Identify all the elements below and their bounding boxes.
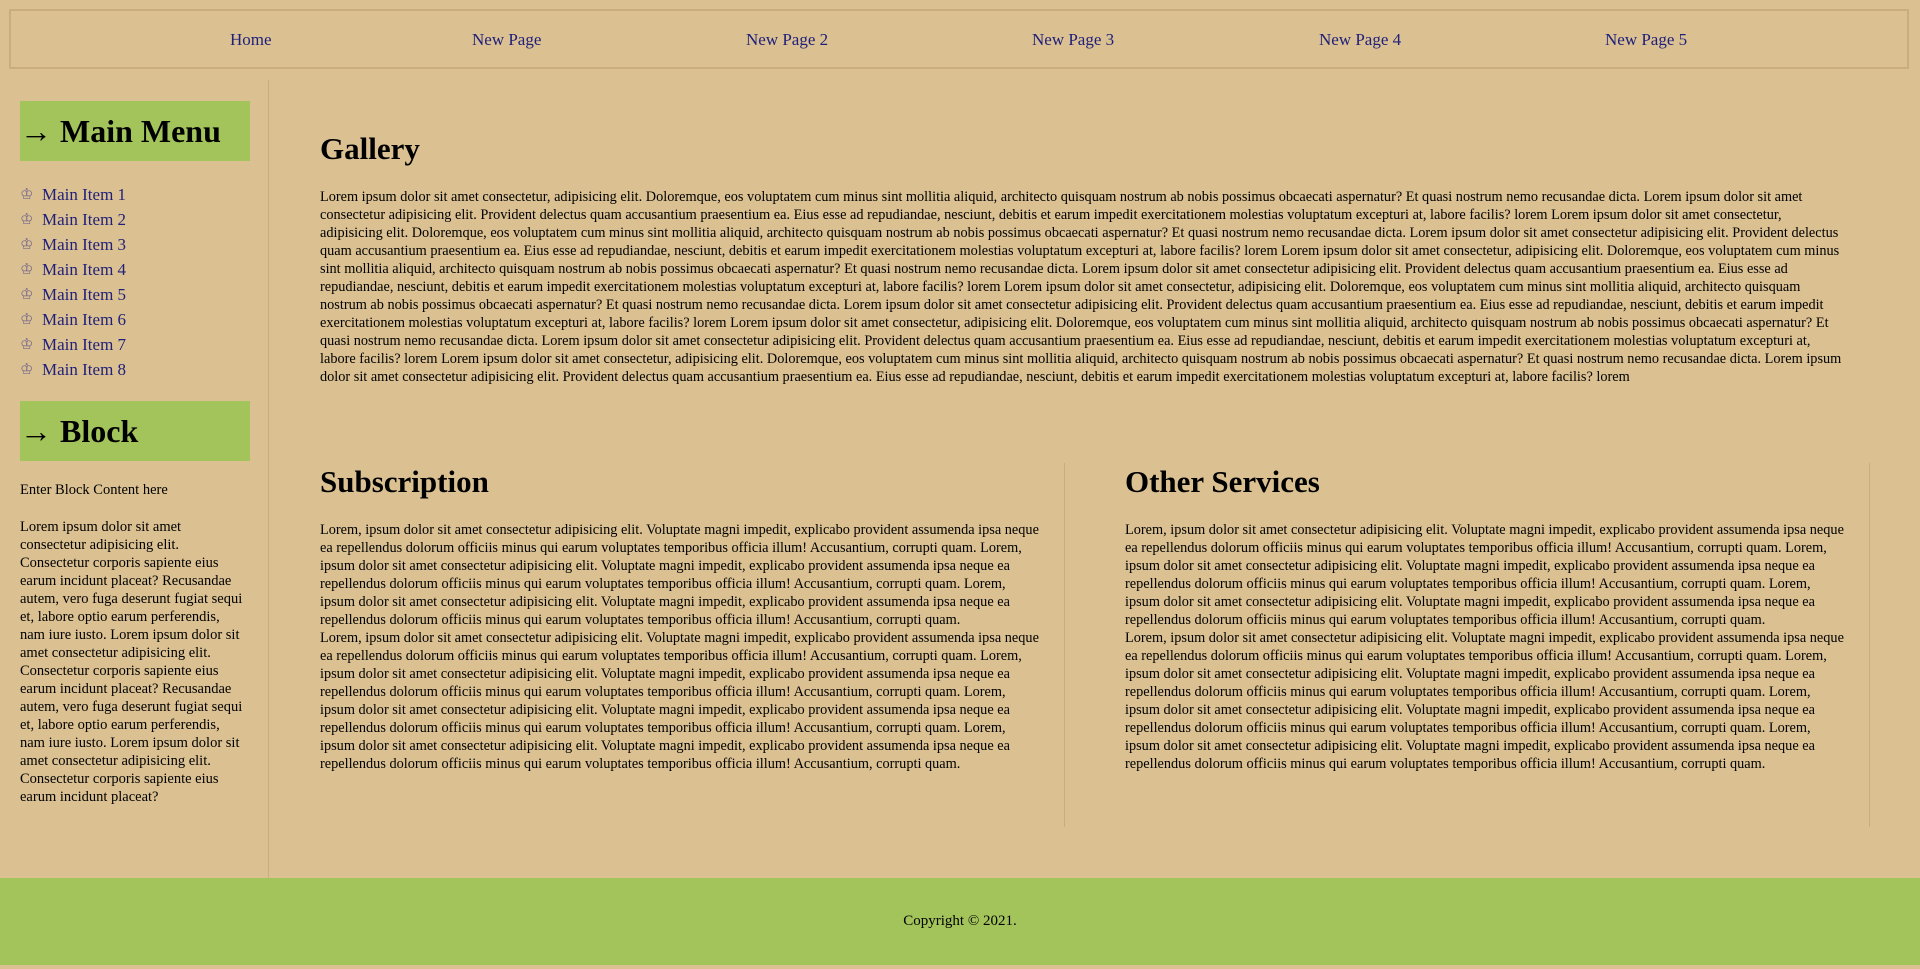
sidebar-item-label: Main Item 5 <box>42 284 127 304</box>
crown-icon: ♔ <box>20 287 34 303</box>
sidebar-item-label: Main Item 3 <box>42 234 127 254</box>
sidebar-item-6[interactable]: ♔ Main Item 6 <box>20 307 126 332</box>
column-divider <box>1064 463 1065 827</box>
sidebar-item-1[interactable]: ♔ Main Item 1 <box>20 182 126 207</box>
crown-icon: ♔ <box>20 262 34 278</box>
other-services-title: Other Services <box>1125 464 1320 499</box>
other-services-text: Lorem, ipsum dolor sit amet consectetur … <box>1125 521 1845 773</box>
sidebar-item-label: Main Item 1 <box>42 184 127 204</box>
nav-new-page-5-link[interactable]: New Page 5 <box>1605 30 1687 50</box>
nav-new-page-3-link[interactable]: New Page 3 <box>1032 30 1114 50</box>
nav-home-link[interactable]: Home <box>230 30 272 50</box>
sidebar-item-7[interactable]: ♔ Main Item 7 <box>20 332 126 357</box>
top-navigation: Home New Page New Page 2 New Page 3 New … <box>9 9 1909 69</box>
sidebar-item-4[interactable]: ♔ Main Item 4 <box>20 257 126 282</box>
gallery-text: Lorem ipsum dolor sit amet consectetur, … <box>320 189 1842 385</box>
sidebar-item-label: Main Item 2 <box>42 209 127 229</box>
sidebar-item-label: Main Item 8 <box>42 359 127 379</box>
block-heading: → Block <box>20 401 250 461</box>
sidebar-item-label: Main Item 7 <box>42 334 127 354</box>
nav-new-page-2-link[interactable]: New Page 2 <box>746 30 828 50</box>
crown-icon: ♔ <box>20 212 34 228</box>
sidebar: → Main Menu ♔ Main Item 1 ♔ Main Item 2 ♔ M… <box>0 80 269 878</box>
sidebar-item-5[interactable]: ♔ Main Item 5 <box>20 282 126 307</box>
block-body: Lorem ipsum dolor sit amet consectetur a… <box>20 519 243 805</box>
sidebar-item-label: Main Item 4 <box>42 259 127 279</box>
nav-new-page-4-link[interactable]: New Page 4 <box>1319 30 1401 50</box>
block-intro: Enter Block Content here <box>20 482 168 498</box>
subscription-paragraph-2: Lorem, ipsum dolor sit amet consectetur … <box>320 630 1039 772</box>
sidebar-item-label: Main Item 6 <box>42 309 127 329</box>
subscription-text: Lorem, ipsum dolor sit amet consectetur … <box>320 521 1040 773</box>
other-services-paragraph-1: Lorem, ipsum dolor sit amet consectetur … <box>1125 522 1844 628</box>
nav-new-page-link[interactable]: New Page <box>472 30 541 50</box>
copyright-text: Copyright © 2021. <box>903 913 1017 929</box>
sidebar-item-2[interactable]: ♔ Main Item 2 <box>20 207 126 232</box>
crown-icon: ♔ <box>20 337 34 353</box>
column-divider <box>1869 463 1870 827</box>
bottom-strip <box>0 965 1920 969</box>
block-content: Enter Block Content here Lorem ipsum dol… <box>20 481 245 806</box>
footer: Copyright © 2021. <box>0 878 1920 965</box>
crown-icon: ♔ <box>20 312 34 328</box>
crown-icon: ♔ <box>20 362 34 378</box>
crown-icon: ♔ <box>20 237 34 253</box>
other-services-paragraph-2: Lorem, ipsum dolor sit amet consectetur … <box>1125 630 1844 772</box>
sidebar-item-8[interactable]: ♔ Main Item 8 <box>20 357 126 382</box>
gallery-title: Gallery <box>320 131 420 166</box>
main-menu-list: ♔ Main Item 1 ♔ Main Item 2 ♔ Main Item 3 ♔… <box>20 182 126 382</box>
subscription-paragraph-1: Lorem, ipsum dolor sit amet consectetur … <box>320 522 1039 628</box>
crown-icon: ♔ <box>20 187 34 203</box>
subscription-title: Subscription <box>320 464 489 499</box>
main-menu-heading: → Main Menu <box>20 101 250 161</box>
sidebar-item-3[interactable]: ♔ Main Item 3 <box>20 232 126 257</box>
